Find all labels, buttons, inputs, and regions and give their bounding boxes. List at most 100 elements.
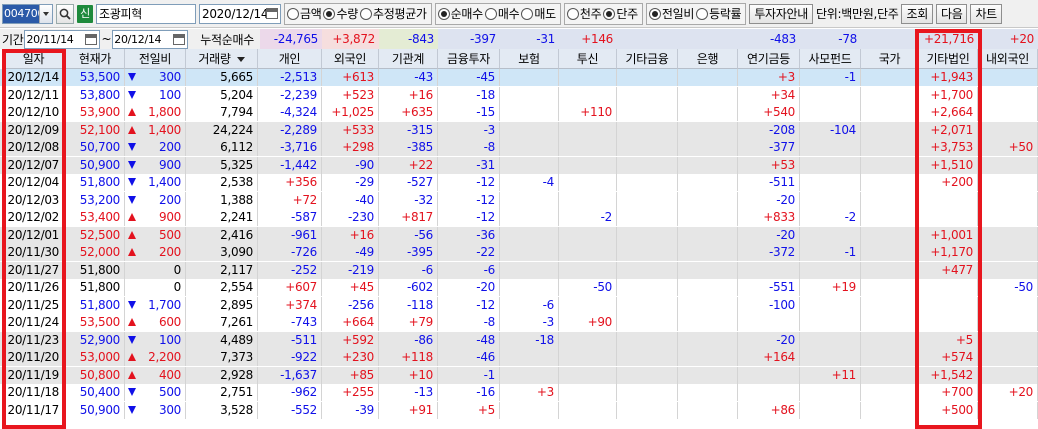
chart-button[interactable]: 차트	[970, 3, 1002, 24]
cell-value: 53,800	[79, 87, 121, 102]
column-header-individual[interactable]: 개인	[258, 49, 322, 69]
cell-individual: -2,513	[258, 69, 322, 86]
table-row[interactable]: 20/11/27 51,800 0 2,117 -252 -219 -6 -6 +477	[0, 261, 1038, 279]
cell-fin-invest: -36	[438, 226, 500, 244]
column-header-private-fund[interactable]: 사모펀드	[800, 49, 861, 69]
cell-other-corp	[919, 296, 978, 314]
column-header-price[interactable]: 현재가	[66, 49, 125, 69]
value-type-radio-2[interactable]: 추정평균가	[359, 4, 429, 24]
trade-type-radio-1[interactable]: 매수	[484, 4, 521, 24]
price-unit-radio-0[interactable]: 천주	[566, 4, 603, 24]
radio-circle-icon[interactable]	[521, 7, 534, 20]
column-header-insurance[interactable]: 보험	[500, 49, 559, 69]
column-header-change[interactable]: 전일비	[125, 49, 186, 69]
to-date-picker[interactable]: 20/12/14	[112, 29, 189, 49]
cell-other-corp: +1,001	[919, 226, 978, 244]
column-header-foreign[interactable]: 외국인	[322, 49, 379, 69]
investor-guide-button[interactable]: 투자자안내	[749, 3, 814, 24]
from-date[interactable]: 20/11/14	[25, 33, 83, 46]
table-row[interactable]: 20/11/30 52,000 200 3,090 -726 -49 -395 -22 -372…	[0, 244, 1038, 261]
table-row[interactable]: 20/12/07 50,900 900 5,325 -1,442 -90 +22 -31 +53…	[0, 156, 1038, 174]
column-header-domestic-foreign[interactable]: 내외국인	[978, 49, 1038, 69]
table-row[interactable]: 20/11/20 53,000 2,200 7,373 -922 +230 +118 -46 +…	[0, 349, 1038, 366]
stock-code[interactable]: 004700	[3, 4, 45, 23]
cell-trust	[559, 156, 617, 174]
trade-type-radio-2[interactable]: 매도	[521, 4, 557, 24]
table-row[interactable]: 20/11/19 50,800 400 2,928 -1,637 +85 +10 -1 +11 +…	[0, 366, 1038, 384]
cell-value: 50,800	[79, 367, 121, 382]
cell-value: -8	[483, 140, 496, 154]
table-row[interactable]: 20/12/14 53,500 300 5,665 -2,513 +613 -43 -45 +3…	[0, 69, 1038, 86]
table-row[interactable]: 20/12/09 52,100 1,400 24,224 -2,289 +533 -315 -…	[0, 121, 1038, 139]
header-label: 연기금등	[747, 52, 790, 66]
calendar-icon[interactable]	[173, 33, 186, 45]
stock-code-combo[interactable]: 004700	[2, 3, 53, 24]
column-header-other-fin[interactable]: 기타금융	[617, 49, 678, 69]
column-header-trust[interactable]: 투신	[559, 49, 617, 69]
compare-radio-1[interactable]: 등락률	[696, 4, 743, 24]
table-row[interactable]: 20/11/24 53,500 600 7,261 -743 +664 +79 -8 -3 +90	[0, 314, 1038, 331]
column-header-fin-invest[interactable]: 금융투자	[438, 49, 500, 69]
cell-other-fin	[617, 191, 678, 209]
calendar-icon[interactable]	[266, 8, 278, 19]
cell-value: -20	[776, 227, 795, 242]
column-header-institution[interactable]: 기관계	[379, 49, 438, 69]
radio-circle-icon[interactable]	[696, 7, 709, 20]
table-row[interactable]: 20/11/25 51,800 1,700 2,895 +374 -256 -118 -12 -…	[0, 296, 1038, 314]
to-date[interactable]: 20/12/14	[113, 33, 171, 46]
cell-insurance	[500, 366, 559, 384]
value-type-radio-1[interactable]: 수량	[323, 4, 359, 24]
price-unit-radio-1[interactable]: 단주	[603, 4, 639, 24]
radio-circle-icon[interactable]	[437, 7, 450, 20]
table-row[interactable]: 20/12/10 53,900 1,800 7,794 -4,324 +1,025 +635…	[0, 104, 1038, 121]
table-row[interactable]: 20/12/01 52,500 500 2,416 -961 +16 -56 -36 -20 +1…	[0, 226, 1038, 244]
chevron-down-icon[interactable]	[39, 4, 52, 23]
cell-value: -12	[476, 192, 495, 207]
compare-radio-0[interactable]: 전일비	[648, 4, 696, 24]
search-button[interactable]	[56, 3, 74, 24]
cell-date: 20/11/17	[2, 401, 66, 419]
cell-trust	[559, 349, 617, 366]
trade-type-radio-0[interactable]: 순매수	[437, 4, 485, 24]
cell-value: 53,000	[79, 350, 121, 364]
table-row[interactable]: 20/11/18 50,400 500 2,751 -962 +255 -13 -16 +3 +7…	[0, 384, 1038, 401]
column-header-other-corp[interactable]: 기타법인	[919, 49, 978, 69]
radio-circle-icon[interactable]	[566, 7, 579, 20]
cell-bank	[678, 156, 738, 174]
cell-value: -20	[776, 332, 795, 347]
date-value[interactable]: 2020/12/14	[200, 7, 268, 21]
calendar-icon[interactable]	[85, 33, 98, 45]
next-button[interactable]: 다음	[935, 3, 968, 24]
radio-circle-icon[interactable]	[359, 7, 372, 20]
search-query-button[interactable]: 조회	[901, 3, 933, 24]
radio-circle-icon[interactable]	[287, 7, 299, 20]
from-date-picker[interactable]: 20/11/14	[24, 29, 101, 49]
radio-circle-icon[interactable]	[484, 7, 497, 20]
date-picker[interactable]: 2020/12/14	[199, 3, 281, 24]
cell-pension: -20	[738, 331, 800, 349]
column-header-volume[interactable]: 거래량	[186, 49, 258, 69]
cell-value: 5,665	[220, 70, 253, 84]
stock-name-field[interactable]: 조광피혁	[96, 3, 196, 24]
sort-down-icon[interactable]	[236, 57, 245, 62]
table-row[interactable]: 20/12/02 53,400 900 2,241 -587 -230 +817 -12 -2 +…	[0, 209, 1038, 226]
value-type-radio-0[interactable]: 금액	[287, 4, 323, 24]
cell-pension: -20	[738, 226, 800, 244]
column-header-pension[interactable]: 연기금등	[738, 49, 800, 69]
table-row[interactable]: 20/11/17 50,900 300 3,528 -552 -39 +91 +5 +86 +50…	[0, 401, 1038, 419]
column-header-nation[interactable]: 국가	[861, 49, 919, 69]
table-row[interactable]: 20/11/23 52,900 100 4,489 -511 +592 -86 -48 -18 -…	[0, 331, 1038, 349]
cell-individual: +72	[258, 191, 322, 209]
radio-circle-icon[interactable]	[648, 7, 661, 20]
table-row[interactable]: 20/11/26 51,800 0 2,554 +607 +45 -602 -20 -50 -55…	[0, 279, 1038, 296]
column-header-bank[interactable]: 은행	[678, 49, 738, 69]
radio-circle-icon[interactable]	[603, 7, 616, 20]
table-row[interactable]: 20/12/08 50,700 200 6,112 -3,716 +298 -385 -8 -3…	[0, 139, 1038, 156]
cell-fin-invest: -20	[438, 279, 500, 296]
table-row[interactable]: 20/12/11 53,800 100 5,204 -2,239 +523 +16 -18 +3…	[0, 86, 1038, 104]
cell-insurance: -6	[500, 296, 559, 314]
table-row[interactable]: 20/12/04 51,800 1,400 2,538 +356 -29 -527 -12 -4…	[0, 174, 1038, 191]
radio-circle-icon[interactable]	[323, 7, 336, 20]
column-header-date[interactable]: 일자	[2, 49, 66, 69]
table-row[interactable]: 20/12/03 53,200 200 1,388 +72 -40 -32 -12 -20	[0, 191, 1038, 209]
